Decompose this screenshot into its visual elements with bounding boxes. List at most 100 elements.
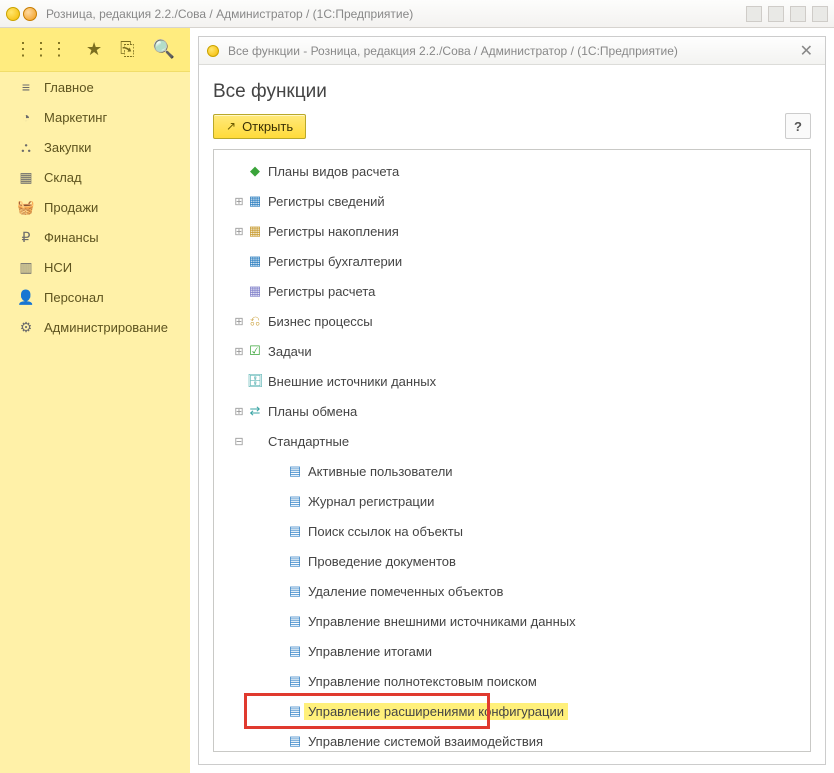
subwindow-titlebar: Все функции - Розница, редакция 2.2./Сов… — [199, 37, 825, 65]
tree-row[interactable]: ⊞☑Задачи — [214, 336, 810, 366]
nav-icon: 👤 — [18, 289, 34, 306]
sidebar-item-5[interactable]: ₽ Финансы — [0, 222, 190, 252]
expand-icon[interactable]: ⊞ — [232, 345, 246, 358]
tree-item-label: Регистры расчета — [264, 284, 375, 299]
close-icon[interactable]: ✕ — [796, 41, 817, 61]
tree-item-icon: ⇄ — [246, 403, 264, 419]
tree-item-label: Удаление помеченных объектов — [304, 584, 503, 599]
apps-icon[interactable]: ⋮⋮⋮ — [14, 39, 68, 60]
tree-row[interactable]: ⊞⎌Бизнес процессы — [214, 306, 810, 336]
tree-item-icon: ◆ — [246, 163, 264, 179]
tree-item-label: Планы видов расчета — [264, 164, 399, 179]
tree-row[interactable]: ⊞▦Регистры накопления — [214, 216, 810, 246]
tree-row[interactable]: ⊞▦Регистры сведений — [214, 186, 810, 216]
expand-icon[interactable]: ⊞ — [232, 195, 246, 208]
tree-row[interactable]: ⊟ Стандартные — [214, 426, 810, 456]
tree-row[interactable]: 🗄Внешние источники данных — [214, 366, 810, 396]
sidebar-item-4[interactable]: 🧺Продажи — [0, 192, 190, 222]
tree-item-icon: ⎌ — [246, 313, 264, 329]
nav-icon: ▦ — [18, 169, 34, 186]
tree-item-label: Активные пользователи — [304, 464, 453, 479]
search-icon[interactable]: 🔍 — [153, 39, 175, 60]
main-titlebar: Розница, редакция 2.2./Сова / Администра… — [0, 0, 834, 28]
nav-icon: ▥ — [18, 259, 34, 276]
tree-item-icon: ▤ — [286, 613, 304, 629]
tree-item-icon: ▤ — [286, 493, 304, 509]
tree-item-label: Управление системой взаимодействия — [304, 734, 543, 749]
tree-row[interactable]: ▤Проведение документов — [214, 546, 810, 576]
expand-icon[interactable]: ⊞ — [232, 315, 246, 328]
tree-row[interactable]: ▤Управление расширениями конфигурации — [214, 696, 810, 726]
tree-row[interactable]: ⊞⇄Планы обмена — [214, 396, 810, 426]
tree-row[interactable]: ▤Активные пользователи — [214, 456, 810, 486]
tree-item-icon: ☑ — [246, 343, 264, 359]
history-icon[interactable]: ⎘ — [120, 39, 134, 60]
help-button[interactable]: ? — [785, 113, 811, 139]
tree-item-label: Управление полнотекстовым поиском — [304, 674, 537, 689]
tree-row[interactable]: ▦Регистры расчета — [214, 276, 810, 306]
tree-row[interactable]: ▤Управление системой взаимодействия — [214, 726, 810, 752]
sidebar-item-1[interactable]: ◔Маркетинг — [0, 102, 190, 132]
star-icon[interactable]: ★ — [86, 39, 102, 60]
nav-icon: ⚙ — [18, 319, 34, 336]
nav-label: НСИ — [44, 260, 72, 275]
tree-item-label: Управление итогами — [304, 644, 432, 659]
nav-icon: 🧺 — [18, 199, 34, 216]
nav-icon: ₽ — [18, 229, 34, 246]
tree-row[interactable]: ▤Поиск ссылок на объекты — [214, 516, 810, 546]
subwindow-title-text: Все функции - Розница, редакция 2.2./Сов… — [228, 44, 678, 58]
tree-item-icon: ▤ — [286, 733, 304, 749]
nav-label: Персонал — [44, 290, 104, 305]
tree-row[interactable]: ▤Удаление помеченных объектов — [214, 576, 810, 606]
expand-icon[interactable]: ⊟ — [232, 435, 246, 448]
open-button-label: Открыть — [242, 119, 293, 134]
nav-label: Склад — [44, 170, 82, 185]
expand-icon[interactable]: ⊞ — [232, 405, 246, 418]
nav-label: Финансы — [44, 230, 99, 245]
tree-item-label: Регистры сведений — [264, 194, 385, 209]
tree-item-icon: ▦ — [246, 283, 264, 299]
titlebar-button[interactable] — [790, 6, 806, 22]
tree-item-icon: ▦ — [246, 193, 264, 209]
tree-row[interactable]: ◆Планы видов расчета — [214, 156, 810, 186]
tree-item-label: Планы обмена — [264, 404, 357, 419]
titlebar-button[interactable] — [812, 6, 828, 22]
tree-row[interactable]: ▤Управление полнотекстовым поиском — [214, 666, 810, 696]
titlebar-button[interactable] — [768, 6, 784, 22]
tree-item-label: Управление внешними источниками данных — [304, 614, 576, 629]
functions-tree[interactable]: ◆Планы видов расчета⊞▦Регистры сведений⊞… — [213, 149, 811, 752]
tree-item-icon: ▤ — [286, 643, 304, 659]
tree-row[interactable]: ▤Журнал регистрации — [214, 486, 810, 516]
tree-item-icon: ▤ — [286, 673, 304, 689]
nav-label: Маркетинг — [44, 110, 107, 125]
all-functions-window: Все функции - Розница, редакция 2.2./Сов… — [198, 36, 826, 765]
sidebar-item-6[interactable]: ▥ НСИ — [0, 252, 190, 282]
sidebar-item-0[interactable]: ≡Главное — [0, 72, 190, 102]
page-title: Все функции — [213, 81, 811, 103]
titlebar-text: Розница, редакция 2.2./Сова / Администра… — [46, 7, 413, 21]
sidebar: ⋮⋮⋮ ★ ⎘ 🔍 🔔 ≡Главное◔Маркетинг⛬Закупки ▦ С… — [0, 28, 190, 773]
open-button[interactable]: ↗ Открыть — [213, 114, 306, 139]
tree-item-label: Стандартные — [264, 434, 349, 449]
tree-row[interactable]: ▤Управление внешними источниками данных — [214, 606, 810, 636]
tree-item-icon: ▤ — [286, 553, 304, 569]
sidebar-item-2[interactable]: ⛬Закупки — [0, 132, 190, 162]
sidebar-item-3[interactable]: ▦ Склад — [0, 162, 190, 192]
tree-item-label: Задачи — [264, 344, 312, 359]
tree-item-icon: 🗄 — [246, 373, 264, 389]
tree-item-label: Проведение документов — [304, 554, 456, 569]
nav-label: Администрирование — [44, 320, 168, 335]
expand-icon[interactable]: ⊞ — [232, 225, 246, 238]
tree-row[interactable]: ▤Управление итогами — [214, 636, 810, 666]
sidebar-item-8[interactable]: ⚙ Администрирование — [0, 312, 190, 342]
tree-row[interactable]: ▦Регистры бухгалтерии — [214, 246, 810, 276]
app-icon — [6, 7, 20, 21]
sidebar-item-7[interactable]: 👤 Персонал — [0, 282, 190, 312]
nav-icon: ⛬ — [18, 139, 34, 156]
sidebar-toolstrip: ⋮⋮⋮ ★ ⎘ 🔍 🔔 — [0, 28, 190, 72]
app-icon-secondary — [23, 7, 37, 21]
tree-item-icon: ▦ — [246, 223, 264, 239]
subwindow-icon — [207, 45, 219, 57]
titlebar-button[interactable] — [746, 6, 762, 22]
tree-item-label: Регистры накопления — [264, 224, 399, 239]
